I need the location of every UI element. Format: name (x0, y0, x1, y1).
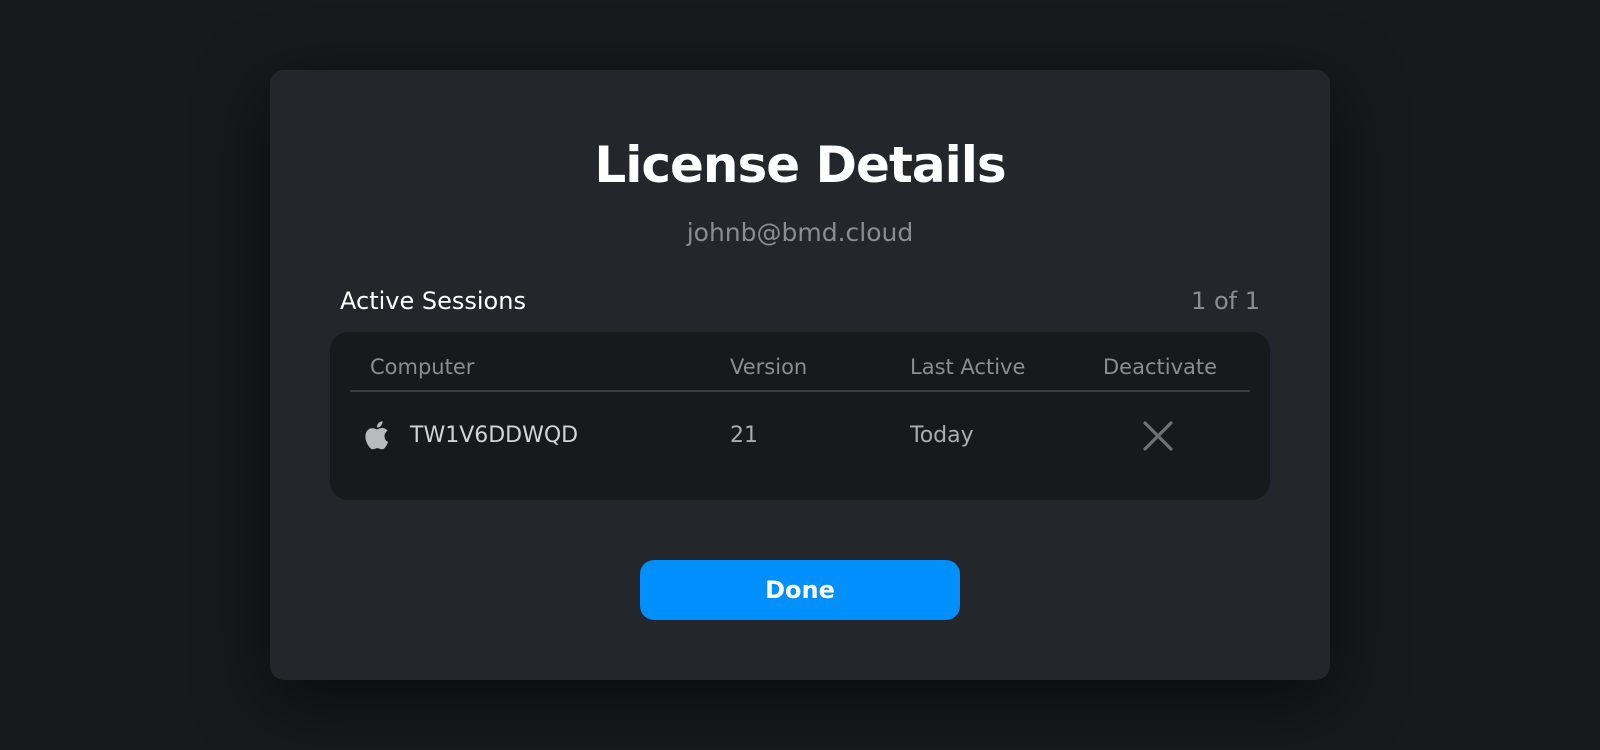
last-active-value: Today (910, 423, 974, 448)
deactivate-button[interactable] (1140, 418, 1176, 454)
active-sessions-count: 1 of 1 (1191, 287, 1260, 315)
column-header-deactivate: Deactivate (1103, 355, 1218, 379)
account-email: johnb@bmd.cloud (686, 218, 914, 247)
license-details-dialog: License Details johnb@bmd.cloud Active S… (270, 70, 1330, 680)
close-icon (1143, 421, 1173, 451)
apple-icon (362, 416, 394, 454)
active-sessions-label: Active Sessions (340, 287, 526, 315)
version-value: 21 (730, 423, 758, 448)
computer-name: TW1V6DDWQD (410, 423, 579, 448)
sessions-table: Computer Version Last Active Deactivate … (330, 332, 1270, 500)
column-header-version: Version (730, 355, 808, 379)
dialog-title: License Details (594, 136, 1006, 194)
table-header: Computer Version Last Active Deactivate (350, 350, 1250, 392)
column-header-last-active: Last Active (910, 355, 1026, 379)
column-header-computer: Computer (370, 355, 475, 379)
table-row: TW1V6DDWQD 21 Today (350, 394, 1250, 478)
done-button[interactable]: Done (640, 560, 960, 620)
